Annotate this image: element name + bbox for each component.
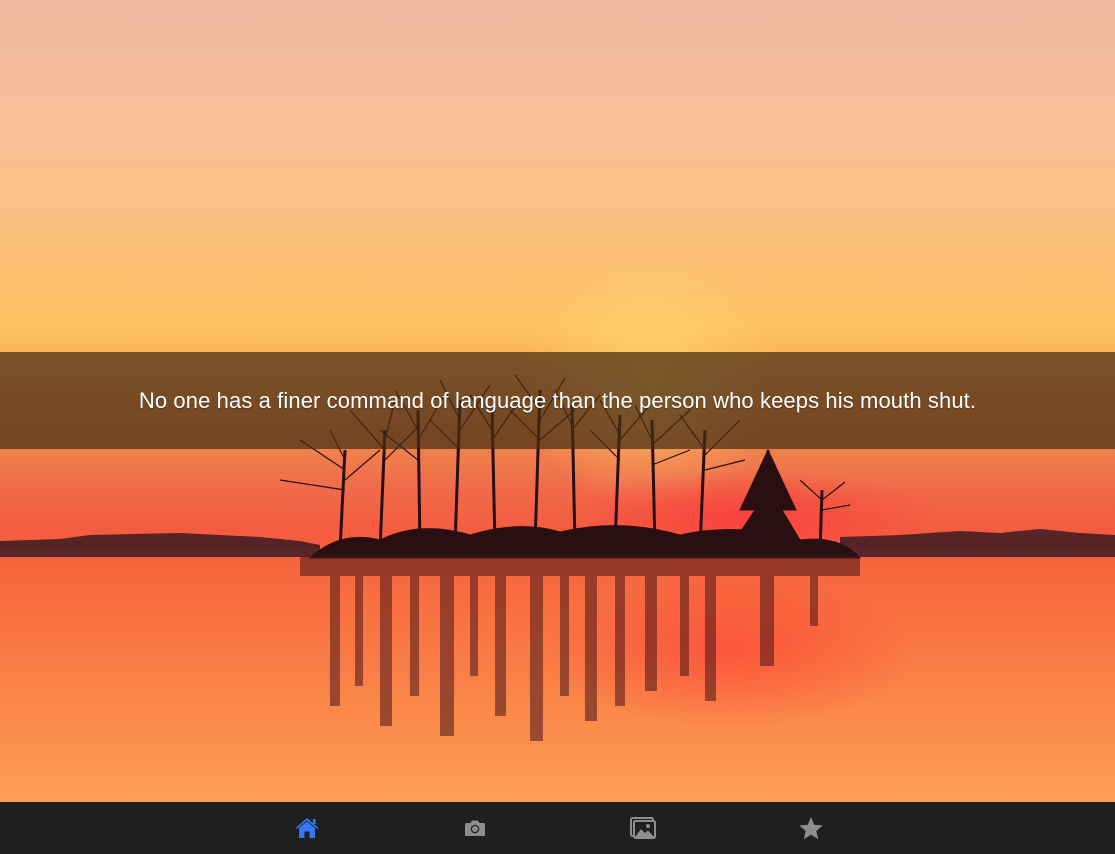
- camera-icon: [465, 820, 485, 836]
- quote-banner: No one has a finer command of language t…: [0, 352, 1115, 449]
- water-reflection: [300, 556, 860, 741]
- star-icon: [799, 817, 823, 840]
- tab-favorites[interactable]: [781, 802, 841, 854]
- tab-home[interactable]: [277, 802, 337, 854]
- gallery-icon: [630, 817, 656, 839]
- tab-camera[interactable]: [445, 802, 505, 854]
- home-icon: [295, 818, 319, 838]
- app-screen: No one has a finer command of language t…: [0, 0, 1115, 854]
- tab-gallery[interactable]: [613, 802, 673, 854]
- quote-text: No one has a finer command of language t…: [138, 387, 977, 413]
- bottom-tab-bar: [0, 802, 1115, 854]
